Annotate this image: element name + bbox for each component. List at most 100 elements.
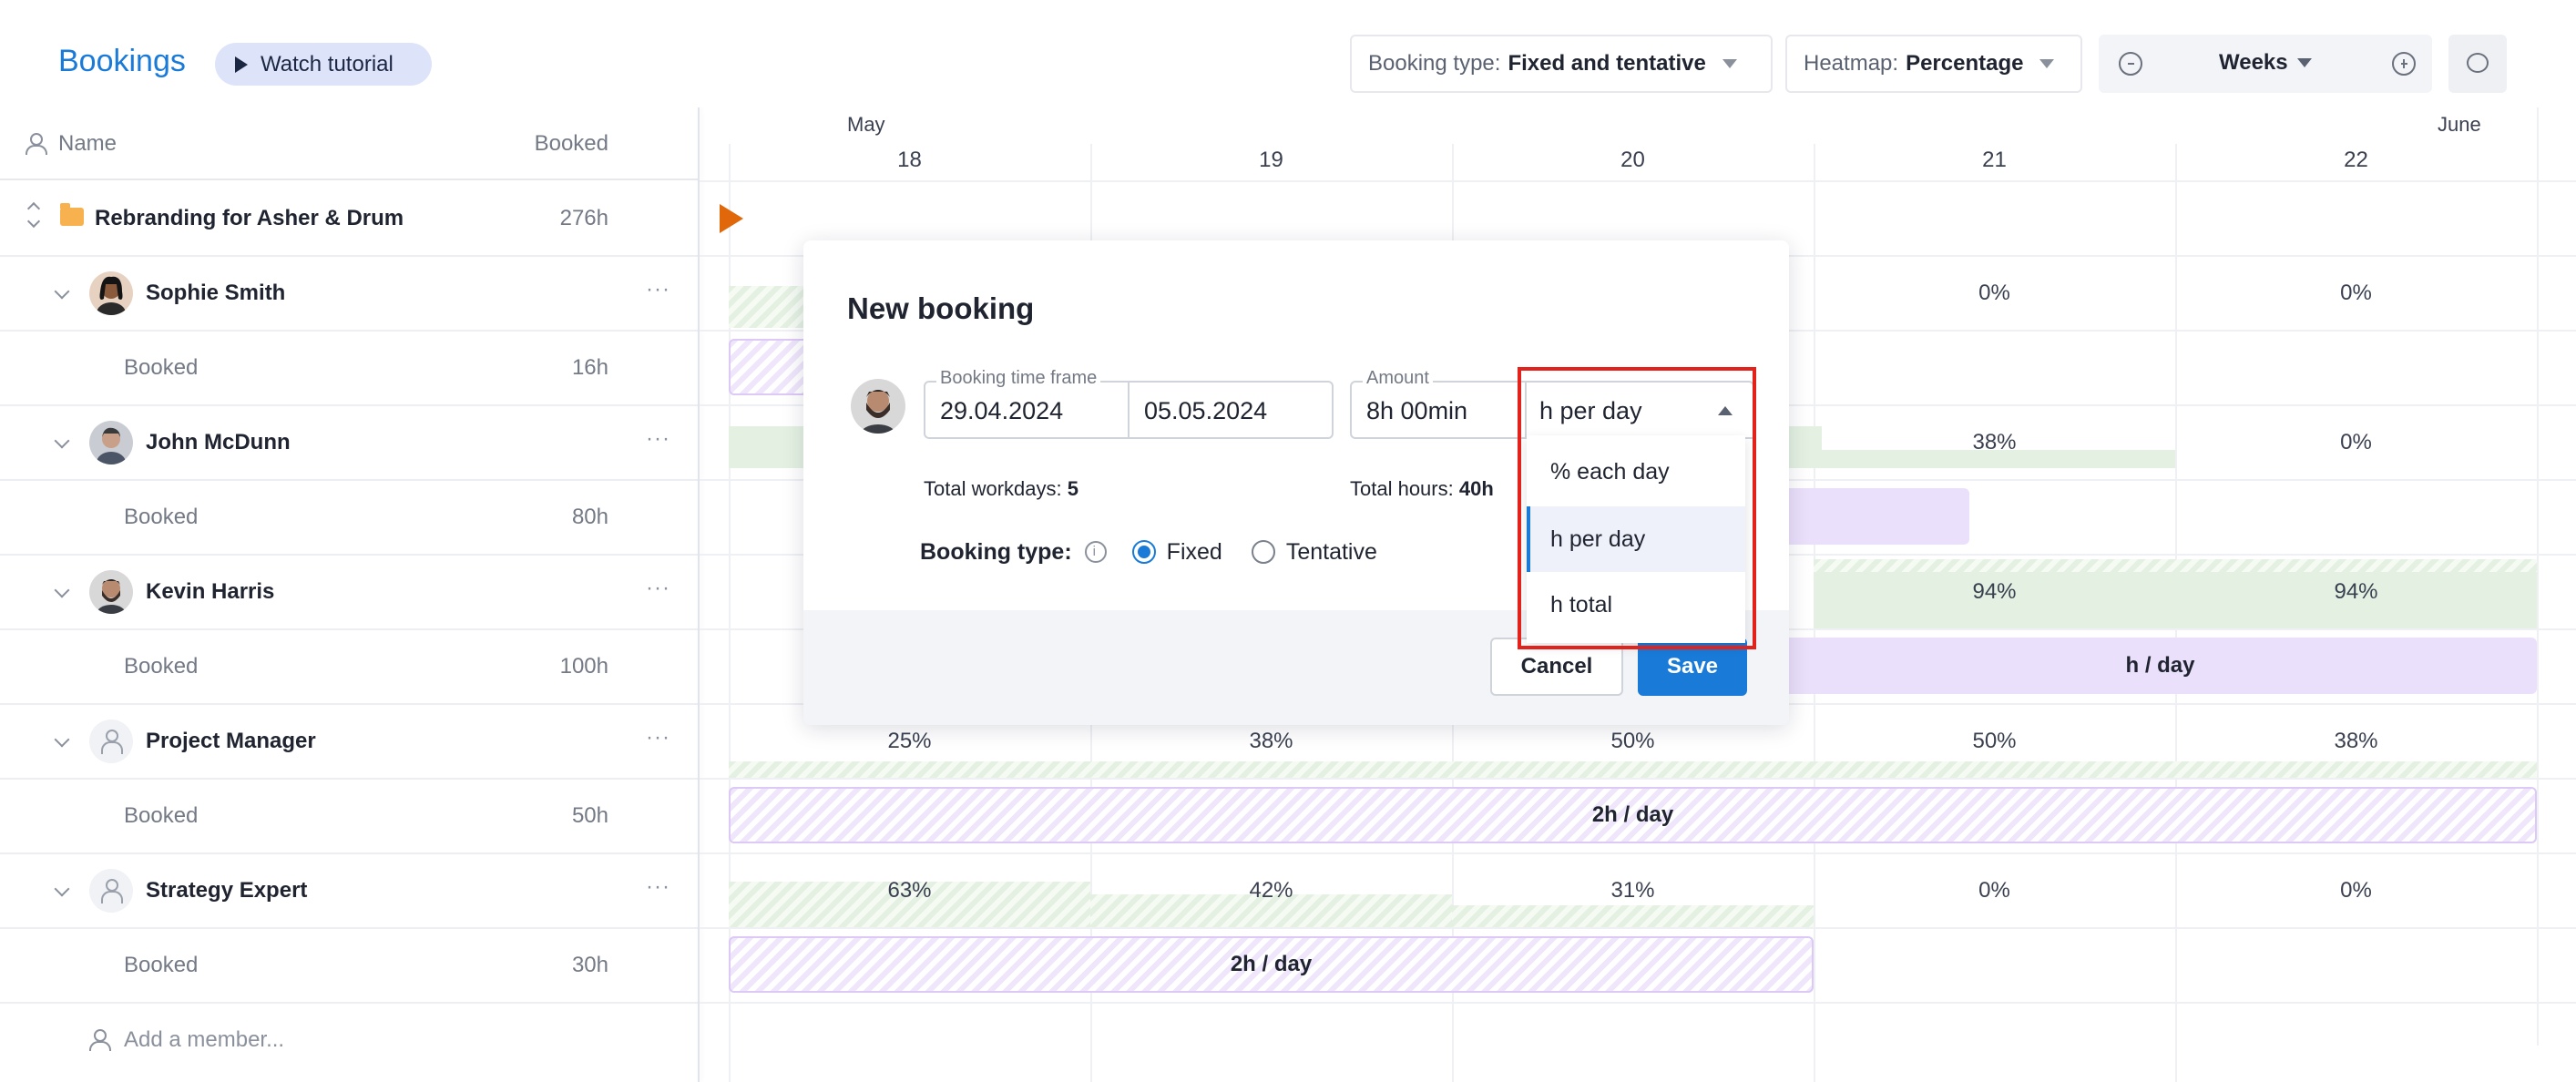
chevron-down-icon bbox=[2296, 58, 2312, 67]
watch-tutorial-button[interactable]: Watch tutorial bbox=[215, 43, 432, 86]
heatmap-filter-value: Percentage bbox=[1906, 51, 2024, 76]
unit-option-percent-each-day[interactable]: % each day bbox=[1527, 439, 1745, 505]
day-label: 19 bbox=[1259, 148, 1283, 172]
tentative-label[interactable]: Tentative bbox=[1286, 539, 1377, 566]
heatmap-bar bbox=[729, 761, 2537, 778]
avatar bbox=[851, 379, 905, 434]
heatmap-bar bbox=[1452, 905, 1814, 927]
folder-icon bbox=[60, 203, 84, 226]
zoom-out-icon[interactable] bbox=[2119, 52, 2142, 76]
booking-bar[interactable] bbox=[1774, 488, 1969, 545]
booking-type-filter[interactable]: Booking type: Fixed and tentative bbox=[1350, 35, 1773, 93]
member-row[interactable]: John McDunn ··· bbox=[0, 406, 698, 481]
row-divider bbox=[700, 1002, 2576, 1004]
unit-option-h-total[interactable]: h total bbox=[1527, 572, 1745, 638]
chevron-down-icon[interactable] bbox=[54, 433, 70, 449]
heatmap-value: 63% bbox=[887, 878, 932, 903]
more-options-icon[interactable]: ··· bbox=[646, 874, 670, 900]
chevron-down-icon bbox=[2039, 59, 2055, 68]
more-options-icon[interactable]: ··· bbox=[646, 576, 670, 601]
booking-bar-label: 2h / day bbox=[1591, 802, 1674, 827]
column-name-header[interactable]: Name bbox=[58, 131, 117, 157]
heatmap-filter[interactable]: Heatmap: Percentage bbox=[1785, 35, 2082, 93]
fixed-radio[interactable] bbox=[1131, 540, 1156, 564]
booked-row: Booked 50h bbox=[0, 780, 698, 854]
amount-field[interactable]: Amount 8h 00min bbox=[1350, 368, 1527, 439]
project-row[interactable]: Rebranding for Asher & Drum 276h bbox=[0, 182, 698, 257]
heatmap-value: 50% bbox=[1610, 729, 1655, 753]
zoom-in-icon[interactable] bbox=[2392, 52, 2416, 76]
row-divider bbox=[700, 778, 2576, 780]
timeframe-legend: Booking time frame bbox=[936, 368, 1101, 389]
chat-icon bbox=[2467, 53, 2489, 73]
chevron-down-icon[interactable] bbox=[54, 582, 70, 598]
booked-hours: 100h bbox=[559, 654, 608, 679]
chevron-down-icon[interactable] bbox=[54, 283, 70, 300]
person-icon bbox=[26, 133, 47, 155]
resource-list: Name Booked Rebranding for Asher & Drum … bbox=[0, 107, 698, 1082]
member-row[interactable]: Kevin Harris ··· bbox=[0, 556, 698, 630]
end-date-value: 05.05.2024 bbox=[1144, 397, 1268, 424]
heatmap-value: 31% bbox=[1610, 878, 1655, 903]
more-options-icon[interactable]: ··· bbox=[646, 725, 670, 750]
dialog-title: New booking bbox=[847, 291, 1035, 325]
member-name: Kevin Harris bbox=[146, 579, 275, 604]
view-selector-value: Weeks bbox=[2219, 50, 2288, 75]
booking-bar[interactable]: h / day bbox=[1784, 638, 2537, 694]
booked-label: Booked bbox=[124, 505, 199, 529]
booked-label: Booked bbox=[124, 953, 199, 977]
end-date-field[interactable]: 05.05.2024 bbox=[1128, 381, 1334, 439]
view-selector-dropdown[interactable]: Weeks bbox=[2219, 50, 2312, 76]
month-label: May bbox=[847, 113, 885, 136]
booked-hours: 80h bbox=[571, 505, 608, 529]
chevron-down-icon[interactable] bbox=[54, 731, 70, 748]
heatmap-value: 0% bbox=[2340, 878, 2372, 903]
view-selector[interactable]: Weeks bbox=[2099, 35, 2432, 93]
chevron-up-icon bbox=[1718, 406, 1733, 415]
tentative-radio[interactable] bbox=[1251, 540, 1275, 564]
project-start-flag-icon bbox=[720, 204, 743, 233]
amount-unit-dropdown: % each day h per day h total bbox=[1527, 435, 1745, 643]
heatmap-value: 0% bbox=[2340, 281, 2372, 305]
more-options-icon[interactable]: ··· bbox=[646, 426, 670, 452]
placeholder-avatar-icon bbox=[89, 720, 133, 763]
amount-unit-value: h per day bbox=[1539, 397, 1642, 424]
member-row[interactable]: Strategy Expert ··· bbox=[0, 854, 698, 929]
hours-label: Total hours: bbox=[1350, 477, 1454, 500]
chat-button[interactable] bbox=[2448, 35, 2507, 93]
heatmap-bar bbox=[1814, 559, 2537, 572]
hours-value: 40h bbox=[1458, 477, 1494, 500]
row-divider bbox=[700, 180, 2576, 182]
grid-line bbox=[2537, 107, 2539, 1046]
booking-bar[interactable]: 2h / day bbox=[729, 936, 1814, 993]
heatmap-value: 0% bbox=[2340, 430, 2372, 454]
chevron-down-icon[interactable] bbox=[54, 881, 70, 897]
fixed-label[interactable]: Fixed bbox=[1167, 539, 1222, 566]
add-member-link[interactable]: Add a member... bbox=[124, 1027, 284, 1053]
row-divider bbox=[700, 852, 2576, 854]
play-icon bbox=[235, 56, 248, 73]
heatmap-value: 94% bbox=[2334, 579, 2378, 604]
member-row[interactable]: Project Manager ··· bbox=[0, 705, 698, 780]
member-row[interactable]: Sophie Smith ··· bbox=[0, 257, 698, 332]
total-workdays: Total workdays: 5 bbox=[924, 477, 1078, 501]
booking-bar-label: h / day bbox=[2125, 653, 2195, 678]
booked-row: Booked 16h bbox=[0, 332, 698, 406]
info-icon[interactable] bbox=[1084, 541, 1107, 563]
booking-bar[interactable]: 2h / day bbox=[729, 787, 2537, 843]
day-label: 18 bbox=[897, 148, 922, 172]
start-date-field[interactable]: Booking time frame 29.04.2024 bbox=[924, 368, 1130, 439]
heatmap-value: 0% bbox=[1978, 878, 2010, 903]
workdays-value: 5 bbox=[1067, 477, 1078, 500]
unit-option-h-per-day[interactable]: h per day bbox=[1527, 506, 1745, 572]
watch-tutorial-label: Watch tutorial bbox=[261, 51, 394, 77]
expand-collapse-icon[interactable] bbox=[27, 202, 40, 230]
column-booked-header[interactable]: Booked bbox=[535, 131, 608, 157]
cancel-button[interactable]: Cancel bbox=[1490, 638, 1623, 696]
heatmap-value: 94% bbox=[1972, 579, 2017, 604]
heatmap-filter-label: Heatmap: bbox=[1804, 51, 1899, 76]
save-button[interactable]: Save bbox=[1638, 638, 1747, 696]
amount-unit-select[interactable]: h per day bbox=[1525, 381, 1754, 439]
booked-row: Booked 30h bbox=[0, 929, 698, 1004]
more-options-icon[interactable]: ··· bbox=[646, 277, 670, 302]
